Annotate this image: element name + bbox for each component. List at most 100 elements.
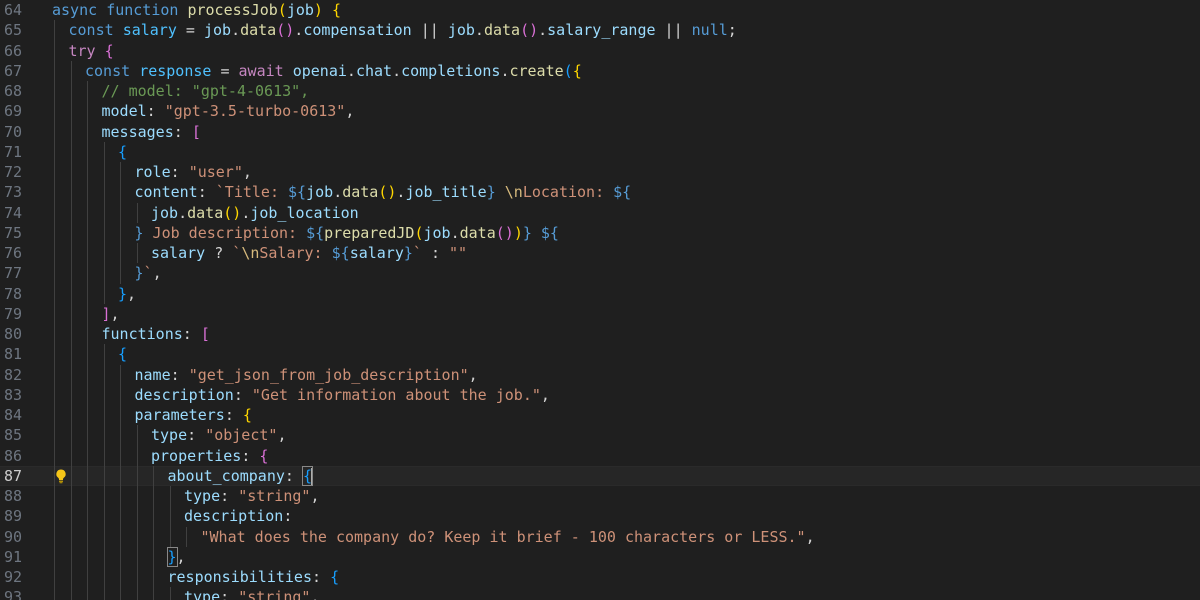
code-token: compensation — [303, 21, 412, 40]
code-line[interactable]: 82 name: "get_json_from_job_description", — [0, 364, 1200, 385]
code-text: responsibilities: { — [168, 567, 340, 587]
indent-guide — [70, 465, 72, 486]
code-token: , — [468, 365, 478, 384]
code-token: } — [403, 244, 413, 262]
code-token: ` — [232, 244, 242, 262]
code-token: job — [423, 223, 451, 242]
code-token: , — [242, 163, 252, 181]
code-token: ) — [313, 1, 323, 19]
indent-guide — [120, 587, 121, 600]
indent-guide — [70, 546, 72, 567]
indent-guide — [136, 243, 138, 264]
code-token: = — [176, 21, 204, 40]
code-line[interactable]: 93 type: "string", — [0, 587, 1200, 600]
code-line[interactable]: 85 type: "object", — [0, 425, 1200, 446]
code-token: job_title — [405, 183, 487, 202]
code-token: salary — [349, 244, 404, 262]
indent-guide — [54, 486, 55, 507]
indent-guide — [103, 182, 105, 203]
code-line[interactable]: 72 role: "user", — [0, 162, 1200, 183]
indent-guide — [70, 344, 72, 365]
code-token: content — [134, 183, 198, 202]
indent-guide — [70, 526, 72, 547]
code-text: model: "gpt-3.5-turbo-0613", — [102, 101, 355, 121]
code-token: ` — [412, 244, 422, 262]
code-line[interactable]: 91}, — [0, 546, 1200, 567]
indent-guide — [87, 101, 88, 122]
code-line[interactable]: 64 async function processJob(job) { — [0, 0, 1200, 20]
code-text: { — [118, 142, 127, 162]
code-token: messages — [101, 122, 174, 141]
code-token: : — [312, 568, 331, 586]
code-line[interactable]: 86 properties: { — [0, 445, 1200, 466]
lightbulb-icon[interactable] — [53, 468, 69, 484]
code-line[interactable]: 66 try { — [0, 40, 1200, 61]
code-line[interactable]: 87 about_company: { — [0, 465, 1200, 486]
code-text: // model: "gpt-4-0613", — [102, 81, 310, 101]
line-number: 84 — [3, 406, 22, 424]
code-line[interactable]: 71 { — [0, 141, 1200, 162]
code-token: async — [52, 1, 98, 19]
indent-guide — [120, 567, 121, 588]
code-token: : — [224, 406, 243, 424]
code-line[interactable]: 73 content: `Title: ${job.data().job_titl… — [0, 182, 1200, 203]
line-number: 67 — [3, 61, 22, 80]
indent-guide — [70, 162, 72, 183]
code-token: . — [450, 223, 460, 242]
indent-guide — [136, 567, 138, 588]
indent-guide — [54, 526, 55, 547]
indent-guide — [153, 506, 154, 527]
code-line[interactable]: 69 model: "gpt-3.5-turbo-0613", — [0, 101, 1200, 122]
code-token: () — [223, 203, 242, 222]
indent-guide — [70, 141, 72, 162]
code-line[interactable]: 78}, — [0, 283, 1200, 304]
code-line[interactable]: 67 const response = await openai.chat.com… — [0, 60, 1200, 81]
code-token: { — [572, 61, 582, 80]
indent-guide — [103, 364, 105, 385]
code-token: \n — [504, 183, 523, 202]
indent-guide — [103, 162, 105, 183]
indent-guide — [153, 486, 154, 507]
line-number: 87 — [3, 466, 22, 485]
code-line[interactable]: 80 functions: [ — [0, 324, 1200, 345]
code-line[interactable]: 81 { — [0, 344, 1200, 365]
code-token: ${ — [288, 183, 307, 202]
code-line[interactable]: 89 description: — [0, 506, 1200, 527]
code-line[interactable]: 88 type: "string", — [0, 486, 1200, 507]
indent-guide — [87, 303, 88, 324]
code-token: parameters — [134, 406, 225, 424]
indent-guide — [103, 506, 105, 527]
code-line[interactable]: 75} Job description: ${preparedJD(job.da… — [0, 222, 1200, 243]
indent-guide — [54, 20, 55, 41]
code-token: ${ — [331, 244, 350, 262]
code-line[interactable]: 65 const salary = job.data().compensation… — [0, 20, 1200, 41]
code-text: }`, — [135, 263, 162, 283]
code-editor[interactable]: 64 async function processJob(job) {65 cons… — [0, 0, 1200, 600]
code-token: . — [241, 203, 251, 222]
indent-guide — [70, 263, 72, 284]
code-line[interactable]: 90 "What does the company do? Keep it bri… — [0, 526, 1200, 547]
indent-guide — [136, 425, 138, 446]
code-line[interactable]: 76 salary ? `\nSalary: ${salary}` : "" — [0, 243, 1200, 264]
indent-guide — [120, 486, 121, 507]
code-token: description — [184, 507, 284, 526]
code-line[interactable]: 83 description: "Get information about th… — [0, 384, 1200, 405]
code-token: processJob — [187, 1, 278, 19]
code-line[interactable]: 84 parameters: { — [0, 405, 1200, 426]
code-token: , — [805, 527, 815, 546]
code-token: || — [655, 21, 692, 40]
code-token: } — [166, 546, 178, 567]
code-token: type — [151, 426, 188, 445]
code-line[interactable]: 74 job.data().job_location — [0, 202, 1200, 223]
indent-guide — [54, 81, 55, 102]
code-line[interactable]: 77}`, — [0, 263, 1200, 284]
code-token: data — [240, 21, 277, 40]
code-token: "string" — [238, 588, 311, 600]
code-line[interactable]: 92 responsibilities: { — [0, 567, 1200, 588]
code-token: } — [134, 264, 144, 283]
code-line[interactable]: 79], — [0, 303, 1200, 324]
indent-guide — [54, 40, 55, 61]
code-line[interactable]: 68 // model: "gpt-4-0613", — [0, 81, 1200, 102]
code-line[interactable]: 70 messages: [ — [0, 121, 1200, 142]
